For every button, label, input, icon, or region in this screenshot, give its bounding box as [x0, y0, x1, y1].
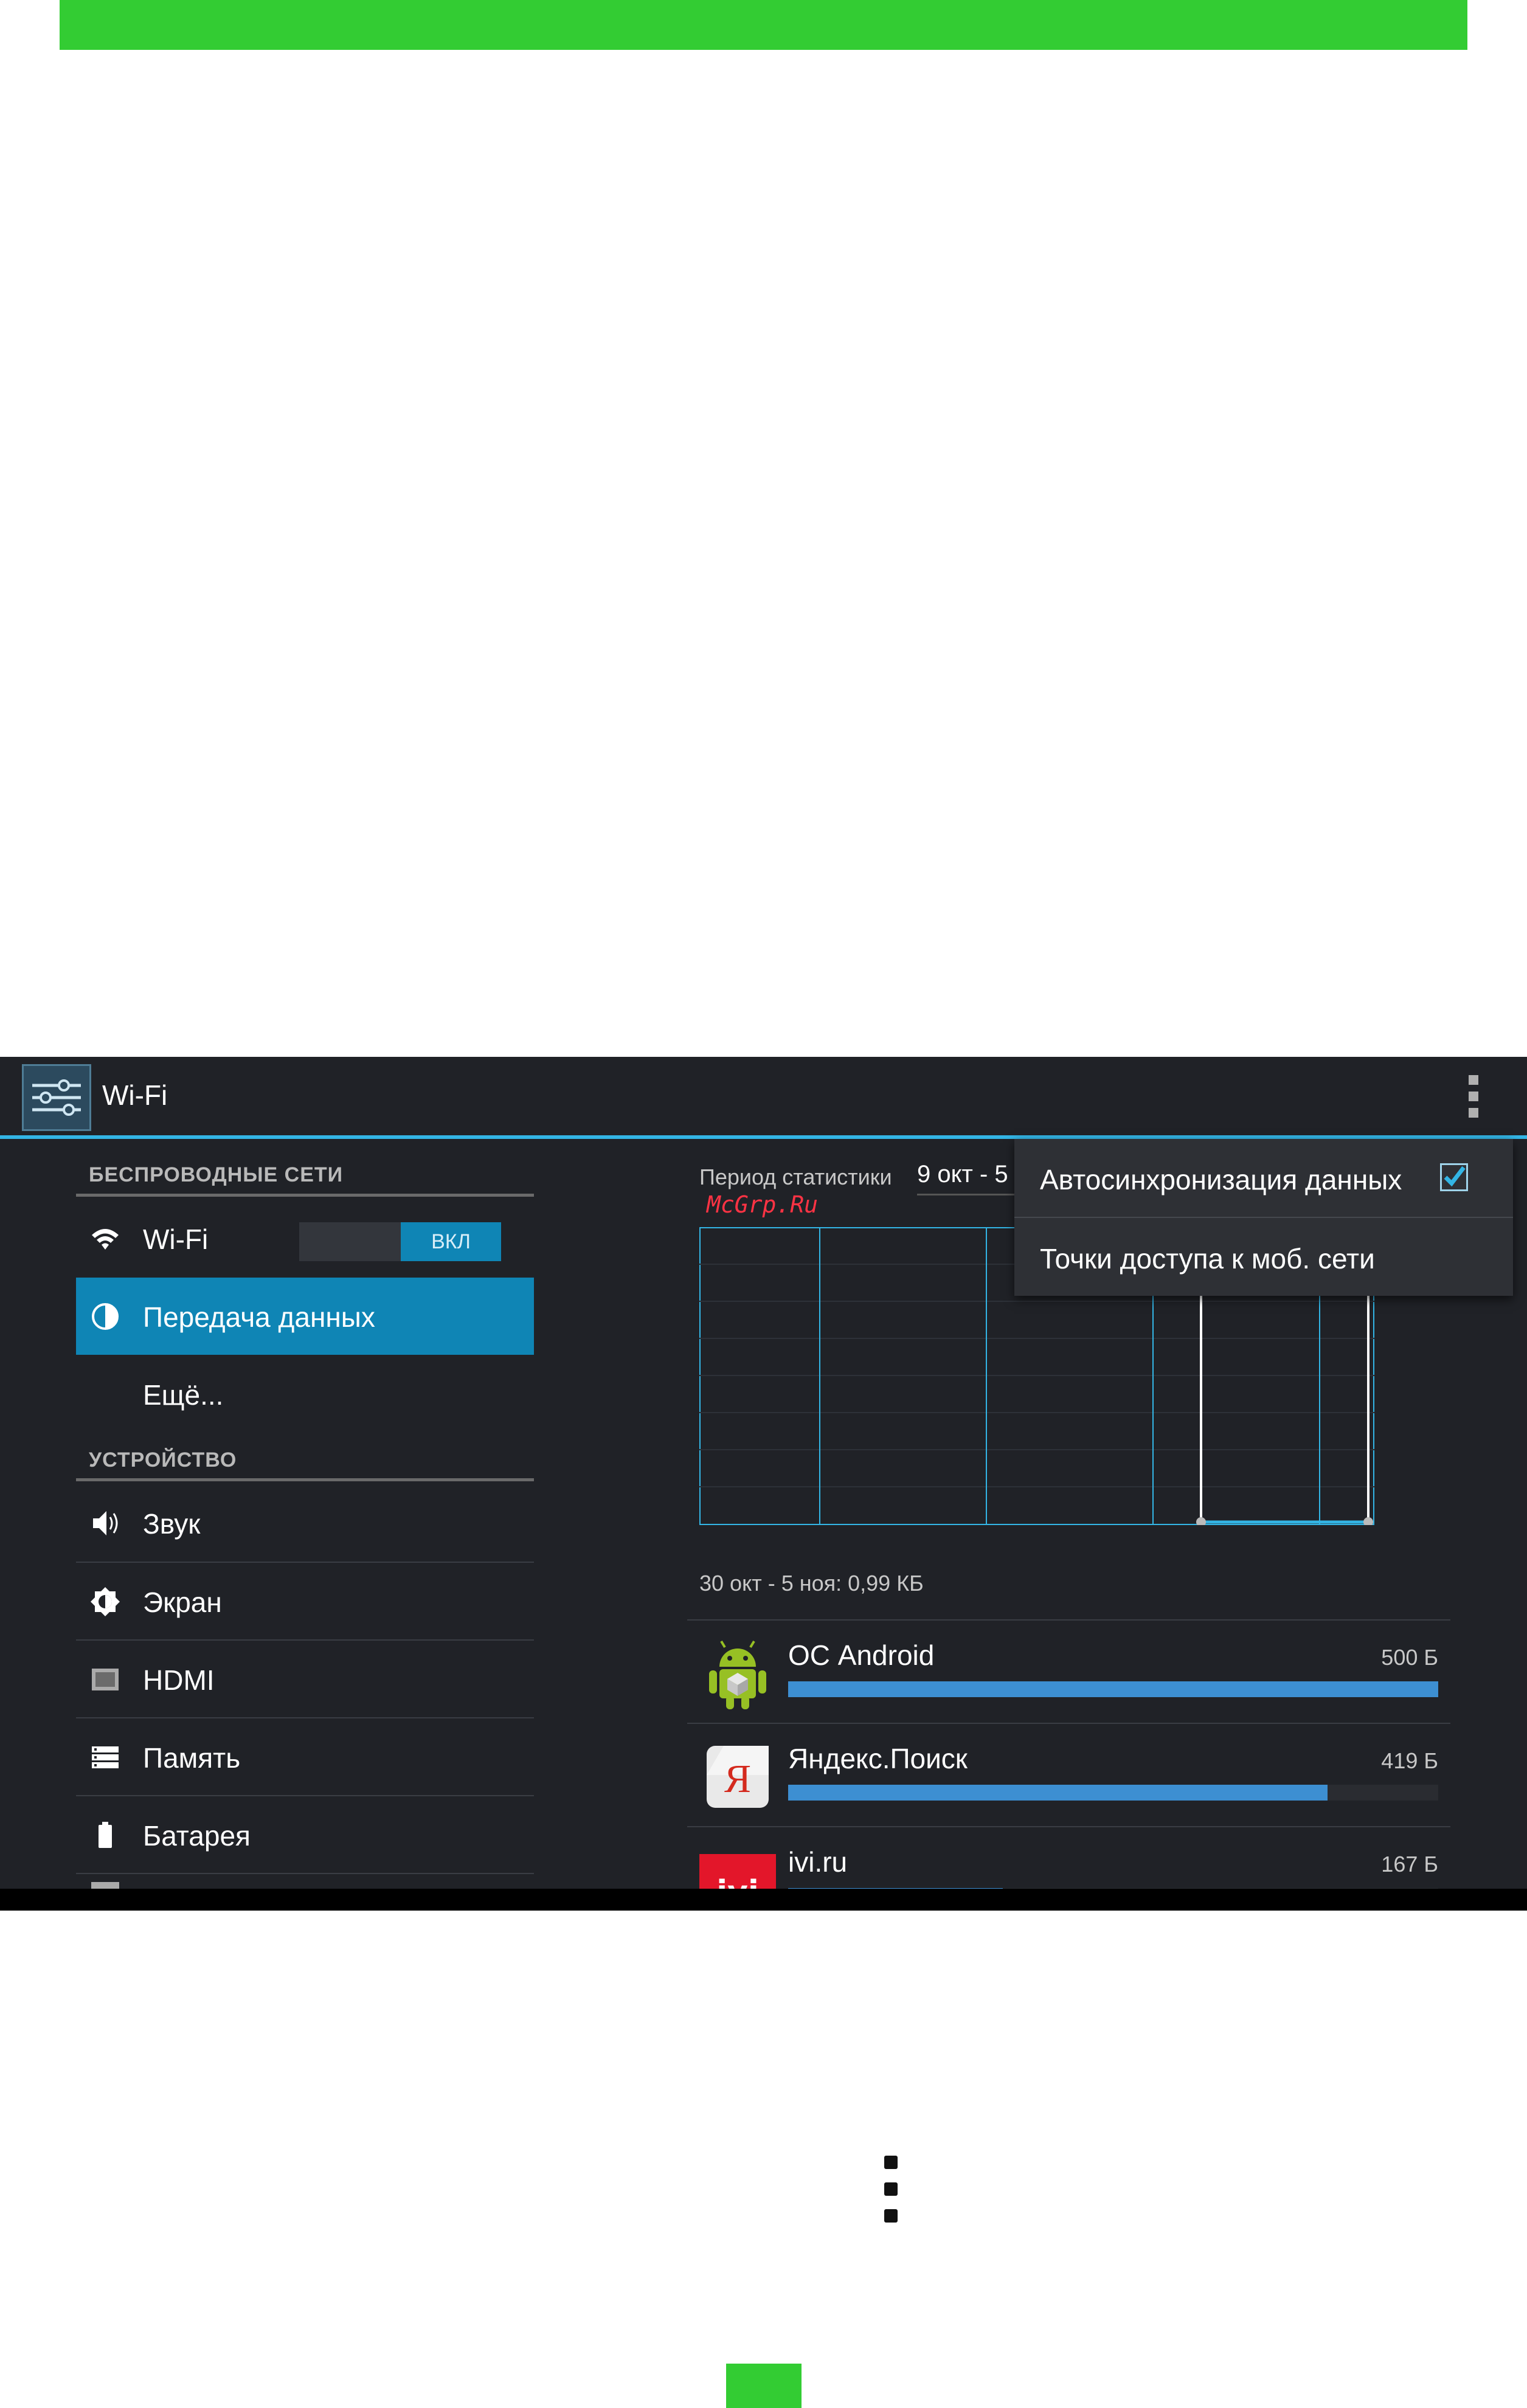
usage-bar-fill [788, 1681, 1438, 1697]
nav-item-label: Звук [143, 1508, 201, 1540]
menu-item-label: Точки доступа к моб. сети [1040, 1243, 1375, 1275]
nav-item-display[interactable]: Экран [76, 1563, 534, 1640]
section-header-device: УСТРОЙСТВО [89, 1448, 237, 1472]
svg-text:Я: Я [724, 1757, 751, 1801]
nav-item-battery[interactable]: Батарея [76, 1796, 534, 1873]
brightness-icon [91, 1587, 120, 1616]
nav-item-storage[interactable]: Память [76, 1718, 534, 1796]
android-icon [709, 1640, 766, 1709]
usage-bar-fill [788, 1785, 1328, 1801]
android-settings-screenshot: Wi-Fi БЕСПРОВОДНЫЕ СЕТИ Wi-Fi ВКЛ Переда… [0, 1057, 1527, 1911]
nav-item-label: Память [143, 1742, 241, 1774]
nav-item-label: Ещё... [143, 1379, 224, 1411]
watermark: McGrp.Ru [707, 1191, 819, 1218]
nav-item-more[interactable]: Ещё... [76, 1355, 534, 1433]
list-divider [76, 1873, 534, 1874]
nav-item-wifi[interactable]: Wi-Fi ВКЛ [76, 1200, 534, 1277]
nav-item-label: Батарея [143, 1820, 251, 1852]
nav-item-hdmi[interactable]: HDMI [76, 1641, 534, 1718]
settings-nav: БЕСПРОВОДНЫЕ СЕТИ Wi-Fi ВКЛ Передача дан… [0, 1139, 681, 1911]
nav-item-label: Wi-Fi [143, 1223, 209, 1255]
top-green-bar [60, 0, 1467, 50]
app-size: 167 Б [1381, 1852, 1438, 1877]
app-name: ivi.ru [788, 1846, 848, 1878]
system-bar [0, 1889, 1527, 1911]
wifi-toggle-on: ВКЛ [401, 1222, 501, 1261]
settings-app-icon[interactable] [22, 1064, 91, 1131]
overflow-popup-menu: Автосинхронизация данных Точки доступа к… [1014, 1139, 1513, 1296]
menu-item-auto-sync[interactable]: Автосинхронизация данных [1014, 1139, 1513, 1216]
menu-overflow-icon [882, 2156, 900, 2223]
section-divider [76, 1194, 534, 1197]
battery-icon [99, 1822, 112, 1848]
bottom-green-marker [726, 2364, 802, 2408]
menu-item-access-points[interactable]: Точки доступа к моб. сети [1014, 1218, 1513, 1295]
range-summary: 30 окт - 5 ноя: 0,99 КБ [699, 1571, 924, 1596]
app-name: ОС Android [788, 1639, 935, 1671]
wifi-icon [92, 1229, 119, 1250]
app-size: 500 Б [1381, 1645, 1438, 1670]
period-spinner-underline [917, 1194, 1020, 1195]
period-label: Период статистики [699, 1164, 892, 1189]
speaker-icon [93, 1511, 118, 1535]
period-spinner[interactable]: 9 окт - 5 [917, 1161, 1008, 1188]
action-bar-title: Wi-Fi [102, 1079, 168, 1111]
yandex-icon: Я [707, 1746, 769, 1808]
nav-item-data-usage[interactable]: Передача данных [76, 1278, 534, 1355]
checkmark-icon [1444, 1166, 1466, 1187]
data-usage-icon [92, 1303, 119, 1330]
menu-item-label: Автосинхронизация данных [1040, 1164, 1402, 1195]
nav-item-sound[interactable]: Звук [76, 1484, 534, 1562]
app-size: 419 Б [1381, 1748, 1438, 1773]
nav-item-label: Экран [143, 1586, 222, 1618]
section-divider [76, 1478, 534, 1481]
action-bar: Wi-Fi [0, 1057, 1527, 1139]
auto-sync-checkbox[interactable] [1440, 1163, 1468, 1191]
nav-item-label: HDMI [143, 1664, 215, 1696]
app-usage-row[interactable]: ОС Android 500 Б [687, 1619, 1450, 1723]
section-header-wireless: БЕСПРОВОДНЫЕ СЕТИ [89, 1163, 344, 1186]
hdmi-icon [92, 1669, 119, 1690]
usage-bar-track [788, 1681, 1438, 1697]
app-name: Яндекс.Поиск [788, 1743, 968, 1774]
wifi-toggle[interactable]: ВКЛ [299, 1222, 501, 1261]
usage-bar-track [788, 1785, 1438, 1801]
app-usage-row[interactable]: Я Яндекс.Поиск 419 Б [687, 1723, 1450, 1826]
storage-icon [92, 1746, 119, 1768]
nav-item-label: Передача данных [143, 1301, 375, 1333]
overflow-menu-icon[interactable] [1464, 1075, 1483, 1121]
